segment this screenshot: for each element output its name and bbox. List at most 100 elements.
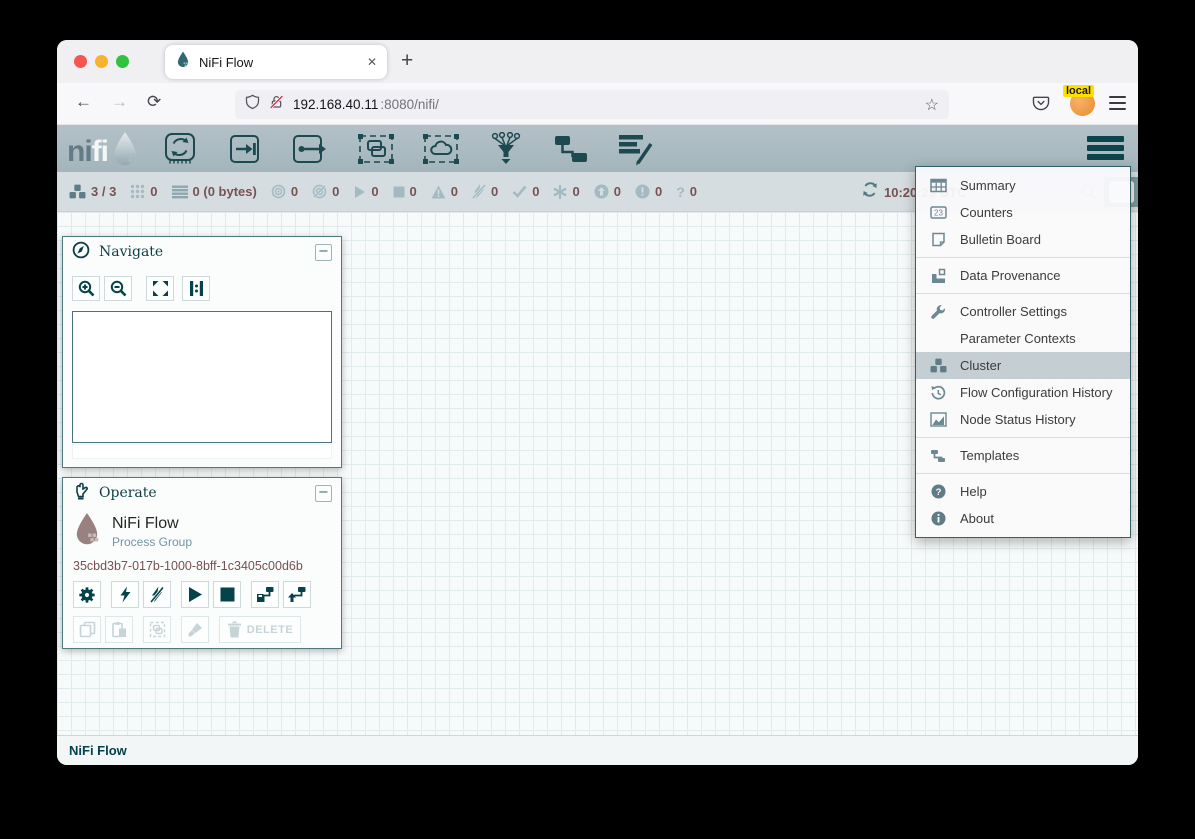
birdseye-minimap[interactable] <box>72 311 332 443</box>
close-window-button[interactable] <box>74 55 87 68</box>
menu-separator <box>916 293 1130 294</box>
zoom-out-button[interactable] <box>104 276 132 301</box>
zoom-in-button[interactable] <box>72 276 100 301</box>
tab-close-icon[interactable]: ✕ <box>367 55 377 69</box>
asterisk-icon <box>553 185 567 199</box>
paste-button[interactable] <box>105 616 133 643</box>
status-not-transmitting: 0 <box>312 184 339 199</box>
warning-triangle-icon <box>431 185 446 199</box>
menu-item-data-provenance[interactable]: Data Provenance <box>916 262 1130 289</box>
component-name: NiFi Flow <box>112 515 192 533</box>
component-toolbar <box>162 132 655 166</box>
stop-button[interactable] <box>213 581 241 608</box>
remote-process-group-draggable-icon[interactable] <box>422 132 460 166</box>
status-disabled: 0 <box>472 184 498 199</box>
browser-tab[interactable]: NiFi Flow ✕ <box>165 45 387 79</box>
back-icon[interactable]: ← <box>75 92 92 112</box>
profile-badge: local <box>1063 85 1094 97</box>
window-controls <box>74 55 129 68</box>
upload-template-button[interactable] <box>283 581 311 608</box>
navigate-collapse-button[interactable]: − <box>315 244 332 261</box>
firefox-menu-icon[interactable] <box>1109 96 1126 110</box>
funnel-draggable-icon[interactable] <box>487 132 525 166</box>
compass-icon <box>72 241 90 263</box>
menu-separator <box>916 473 1130 474</box>
exclamation-circle-icon <box>635 184 650 199</box>
menu-item-templates[interactable]: Templates <box>916 442 1130 469</box>
menu-item-flow-configuration-history[interactable]: Flow Configuration History <box>916 379 1130 406</box>
info-circle-icon <box>929 511 947 526</box>
status-locally-modified-stale: 0 <box>635 184 662 199</box>
logo-ni: ni <box>67 137 92 167</box>
menu-item-node-status-history[interactable]: Node Status History <box>916 406 1130 433</box>
pocket-icon[interactable] <box>1032 95 1050 116</box>
nifi-global-menu-icon[interactable] <box>1087 136 1124 160</box>
help-circle-icon: ? <box>929 484 947 499</box>
stop-icon <box>393 186 405 198</box>
operate-header: Operate − <box>63 478 341 508</box>
check-icon <box>512 185 527 198</box>
nifi-header: nifi <box>57 125 1138 172</box>
birdseye-strip <box>72 444 332 459</box>
menu-item-controller-settings[interactable]: Controller Settings <box>916 298 1130 325</box>
browser-toolbar: ← → ⟳ 192.168.40.11 :8080/nifi/ ☆ local <box>57 83 1138 125</box>
menu-item-cluster[interactable]: Cluster <box>916 352 1130 379</box>
menu-item-about[interactable]: About <box>916 505 1130 532</box>
group-button[interactable] <box>143 616 171 643</box>
operate-collapse-button[interactable]: − <box>315 485 332 502</box>
start-play-button[interactable] <box>181 581 209 608</box>
status-locally-modified: 0 <box>553 184 579 199</box>
cluster-cubes-icon <box>69 184 86 200</box>
new-tab-button[interactable]: + <box>401 48 413 74</box>
bullseye-icon <box>271 184 286 199</box>
input-port-draggable-icon[interactable] <box>227 132 265 166</box>
navigate-header: Navigate − <box>63 237 341 267</box>
operate-buttons-row-2: DELETE <box>63 608 341 643</box>
status-running: 0 <box>353 184 378 199</box>
navigate-controls <box>63 267 341 307</box>
status-stale: 0 <box>594 184 621 199</box>
reload-icon[interactable]: ⟳ <box>147 92 161 112</box>
bolt-slash-icon <box>472 184 486 199</box>
processor-draggable-icon[interactable] <box>162 132 200 166</box>
zoom-window-button[interactable] <box>116 55 129 68</box>
menu-item-bulletin-board[interactable]: Bulletin Board <box>916 226 1130 253</box>
process-group-draggable-icon[interactable] <box>357 132 395 166</box>
shield-icon[interactable] <box>245 94 260 115</box>
url-bar[interactable]: 192.168.40.11 :8080/nifi/ ☆ <box>235 90 949 119</box>
menu-item-help[interactable]: ? Help <box>916 478 1130 505</box>
logo-fi: fi <box>92 137 108 167</box>
configure-gear-button[interactable] <box>73 581 101 608</box>
hand-glove-icon <box>72 482 90 504</box>
output-port-draggable-icon[interactable] <box>292 132 330 166</box>
breadcrumb-bar: NiFi Flow <box>57 735 1138 765</box>
status-active-threads: 0 <box>130 184 157 199</box>
arrow-up-circle-icon <box>594 184 609 199</box>
copy-button[interactable] <box>73 616 101 643</box>
create-template-button[interactable] <box>251 581 279 608</box>
svg-text:?: ? <box>935 487 941 498</box>
menu-item-parameter-contexts[interactable]: Parameter Contexts <box>916 325 1130 352</box>
zoom-actual-size-button[interactable] <box>182 276 210 301</box>
forward-icon[interactable]: → <box>111 92 128 112</box>
zoom-fit-button[interactable] <box>146 276 174 301</box>
insecure-lock-icon[interactable] <box>269 94 284 115</box>
label-draggable-icon[interactable] <box>617 132 655 166</box>
menu-item-counters[interactable]: 23 Counters <box>916 199 1130 226</box>
disable-bolt-slash-button[interactable] <box>143 581 171 608</box>
component-type: Process Group <box>112 535 192 549</box>
bookmark-star-icon[interactable]: ☆ <box>925 95 939 115</box>
template-draggable-icon[interactable] <box>552 132 590 166</box>
svg-text:23: 23 <box>934 209 943 218</box>
minimize-window-button[interactable] <box>95 55 108 68</box>
play-icon <box>353 185 366 199</box>
menu-item-summary[interactable]: Summary <box>916 172 1130 199</box>
enable-bolt-button[interactable] <box>111 581 139 608</box>
menu-separator <box>916 257 1130 258</box>
navigate-panel: Navigate − <box>62 236 342 468</box>
refresh-icon[interactable] <box>862 182 878 202</box>
breadcrumb-root[interactable]: NiFi Flow <box>69 743 127 758</box>
navigate-title: Navigate <box>99 244 163 260</box>
delete-button[interactable]: DELETE <box>219 616 301 643</box>
color-brush-button[interactable] <box>181 616 209 643</box>
